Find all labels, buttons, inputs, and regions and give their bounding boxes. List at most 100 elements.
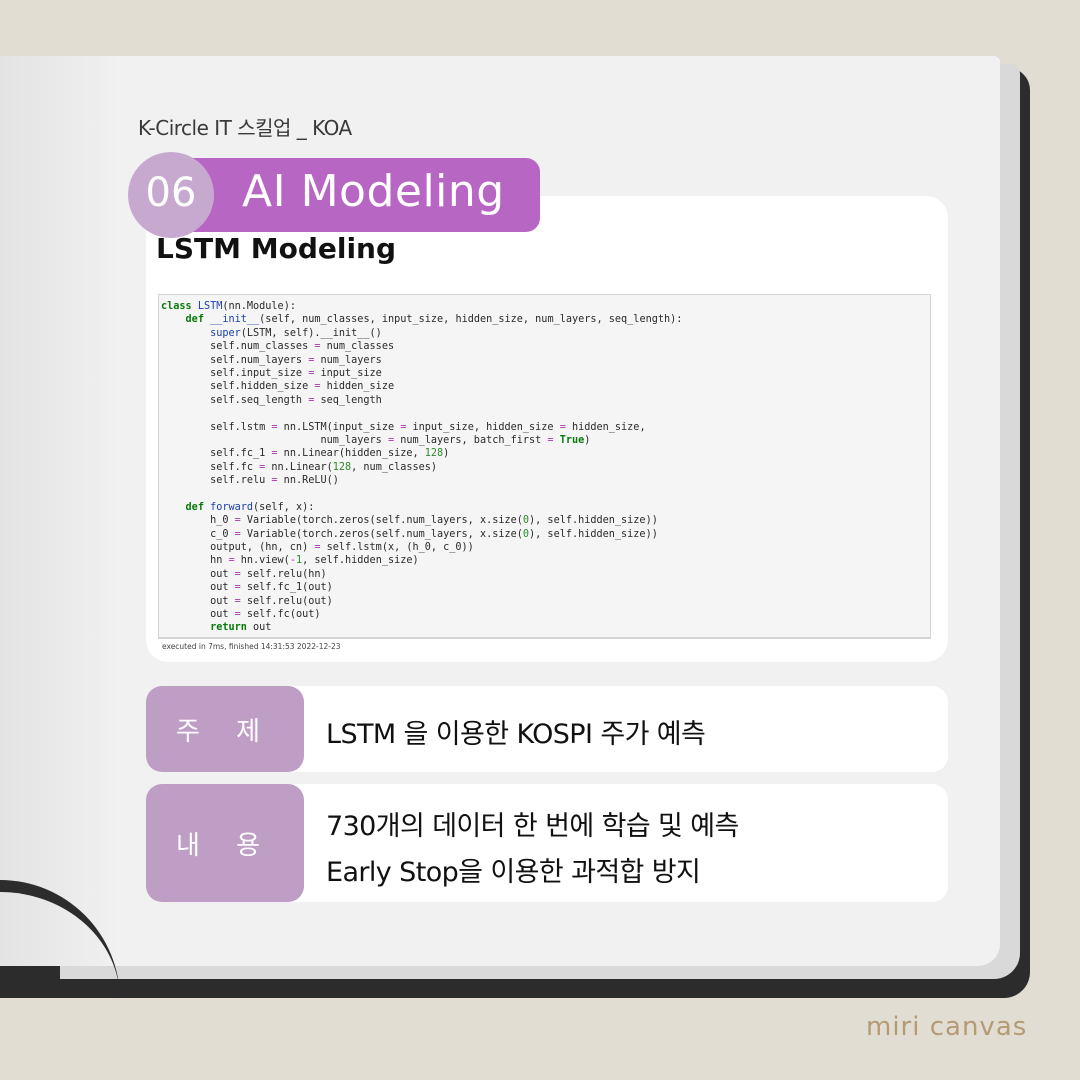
code-line: out = self.fc_1(out): [161, 581, 682, 594]
content-row: 내 용 730개의 데이터 한 번에 학습 및 예측 Early Stop을 이…: [146, 784, 948, 902]
code-token: 128: [424, 448, 444, 460]
code-token: self.relu(out): [240, 595, 333, 607]
code-token: ), self.hidden_size)): [529, 528, 658, 540]
code-token: num_layers, batch_first: [394, 434, 548, 446]
code-token: num_layers: [161, 434, 388, 446]
code-line: self.seq_length = seq_length: [161, 394, 682, 407]
code-token: self.input_size: [161, 367, 309, 379]
code-line: def forward(self, x):: [161, 501, 682, 514]
section-heading: LSTM Modeling: [156, 232, 397, 265]
miricanvas-logo: miri canvas: [866, 1012, 1028, 1042]
code-line: self.num_layers = num_layers: [161, 354, 682, 367]
code-token: nn.Linear(hidden_size,: [277, 448, 425, 460]
code-token: self.lstm: [161, 421, 272, 433]
code-token: hn.view(: [234, 555, 290, 567]
section-number: 06: [145, 170, 197, 216]
code-token: self.lstm(x, (h_0, c_0)): [320, 542, 474, 554]
code-token: num_classes: [320, 341, 395, 353]
code-token: (nn.Module):: [222, 301, 296, 312]
code-token: return: [210, 622, 254, 634]
code-line: self.fc_1 = nn.Linear(hidden_size, 128): [161, 447, 682, 460]
code-line: self.fc = nn.Linear(128, num_classes): [161, 461, 682, 474]
code-token: self.num_classes: [161, 341, 315, 353]
code-line: class LSTM(nn.Module):: [161, 300, 682, 313]
code-token: hidden_size,: [565, 421, 646, 433]
code-line: out = self.relu(hn): [161, 568, 682, 581]
code-token: out: [161, 568, 235, 580]
code-token: self.num_layers: [161, 354, 309, 366]
code-line: self.input_size = input_size: [161, 367, 682, 380]
brand-line: K-Circle IT 스킬업 _ KOA: [138, 116, 352, 140]
code-token: ), self.hidden_size)): [529, 515, 658, 527]
code-token: self.fc(out): [240, 608, 321, 620]
code-line: super(LSTM, self).__init__(): [161, 327, 682, 340]
code-token: self.seq_length: [161, 394, 309, 406]
code-token: seq_length: [314, 394, 382, 406]
code-token: , self.hidden_size): [302, 555, 419, 567]
code-token: class: [161, 301, 198, 312]
code-token: nn.LSTM(input_size: [277, 421, 401, 433]
topic-value: LSTM 을 이용한 KOSPI 주가 예측: [326, 719, 706, 750]
code-token: def: [185, 501, 211, 513]
code-token: hn: [161, 555, 229, 567]
code-token: LSTM: [197, 301, 223, 312]
code-token: def: [185, 314, 211, 326]
code-token: forward: [210, 501, 254, 513]
code-line: out = self.fc(out): [161, 608, 682, 621]
code-token: (self, num_classes, input_size, hidden_s…: [259, 314, 683, 326]
code-token: c_0: [161, 528, 235, 540]
code-token: ): [443, 448, 450, 460]
code-token: output, (hn, cn): [161, 542, 315, 554]
code-token: out: [161, 608, 235, 620]
code-line: hn = hn.view(-1, self.hidden_size): [161, 554, 682, 567]
code-token: __init__: [210, 314, 260, 326]
content-line-2: Early Stop을 이용한 과적합 방지: [326, 857, 701, 888]
code-line: self.num_classes = num_classes: [161, 340, 682, 353]
code-token: Variable(torch.zeros(self.num_layers, x.…: [240, 528, 523, 540]
code-line: self.relu = nn.ReLU(): [161, 474, 682, 487]
code-token: out: [253, 622, 272, 634]
code-token: ): [584, 434, 591, 446]
code-token: , num_classes): [351, 461, 438, 473]
code-token: 128: [332, 461, 352, 473]
code-token: hidden_size: [320, 381, 395, 393]
code-line: self.lstm = nn.LSTM(input_size = input_s…: [161, 421, 682, 434]
code-token: input_size: [314, 367, 382, 379]
code-token: self.relu(hn): [240, 568, 327, 580]
code-token: nn.Linear(: [265, 461, 333, 473]
code-line: c_0 = Variable(torch.zeros(self.num_laye…: [161, 528, 682, 541]
code-token: input_size, hidden_size: [406, 421, 560, 433]
code-token: (self, x):: [253, 501, 315, 513]
content-line-1: 730개의 데이터 한 번에 학습 및 예측: [326, 811, 739, 842]
code-token: self.fc_1(out): [240, 582, 333, 594]
code-line: h_0 = Variable(torch.zeros(self.num_laye…: [161, 514, 682, 527]
code-line: out = self.relu(out): [161, 595, 682, 608]
topic-row: 주 제 LSTM 을 이용한 KOSPI 주가 예측: [146, 686, 948, 772]
code-token: self.hidden_size: [161, 381, 315, 393]
code-line: output, (hn, cn) = self.lstm(x, (h_0, c_…: [161, 541, 682, 554]
code-token: h_0: [161, 515, 235, 527]
code-token: self.fc_1: [161, 448, 272, 460]
code-token: out: [161, 582, 235, 594]
code-token: out: [161, 595, 235, 607]
code-token: Variable(torch.zeros(self.num_layers, x.…: [240, 515, 523, 527]
code-token: num_layers: [314, 354, 382, 366]
code-line: self.hidden_size = hidden_size: [161, 380, 682, 393]
code-token: True: [559, 434, 585, 446]
code-token: nn.ReLU(): [277, 475, 339, 487]
code-token: (LSTM, self).__init__(): [240, 327, 382, 339]
page-title: AI Modeling: [242, 166, 505, 217]
topic-label: 주 제: [146, 686, 304, 772]
code-block: class LSTM(nn.Module): def __init__(self…: [161, 300, 682, 635]
page-spine-shadow: [0, 56, 120, 966]
code-token: self.fc: [161, 461, 260, 473]
code-token: super: [210, 327, 241, 339]
content-label: 내 용: [146, 784, 304, 902]
execution-status: executed in 7ms, finished 14:31:53 2022-…: [162, 642, 341, 651]
